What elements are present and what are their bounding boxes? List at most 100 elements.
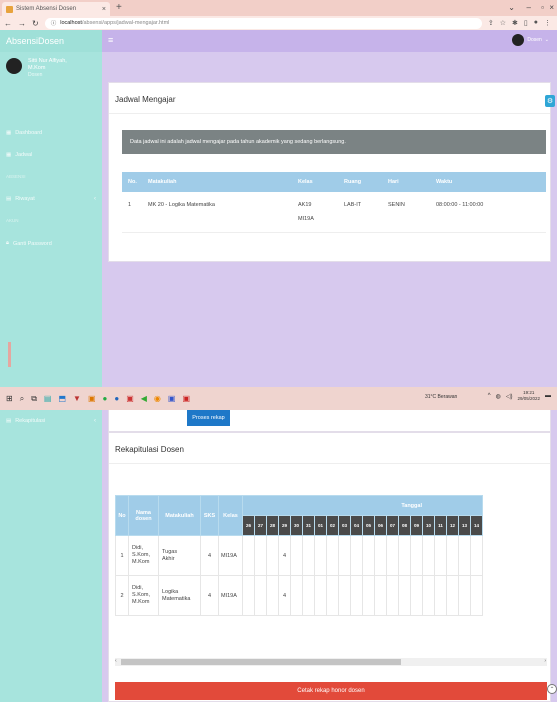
app-icon[interactable]: ◀ [141,394,147,403]
cell-day [350,575,363,616]
app-icon[interactable]: ● [114,394,119,403]
matakuliah-line: Matematika [162,595,191,602]
cell-nama: Didi, S.Kom, M.Kom [128,575,159,616]
day-header: 04 [350,515,363,536]
cell-day [374,575,387,616]
app-icon[interactable]: ▣ [88,394,96,403]
notification-icon[interactable]: ▬ [545,393,551,399]
cell-day [434,575,447,616]
close-window-icon[interactable]: × [549,3,554,12]
browser-tab[interactable]: Sistem Absensi Dosen × [2,2,110,16]
cell-day [446,575,459,616]
info-icon[interactable]: ⓘ [51,19,57,27]
day-header: 02 [326,515,339,536]
day-header: 11 [434,515,447,536]
windows-start-icon[interactable]: ⊞ [6,394,13,403]
user-menu-label: Dosen [527,37,542,43]
weather-widget[interactable]: 31°C Berawan [425,394,457,400]
network-icon[interactable]: ◍ [496,393,501,400]
kelas-value: AK19 [298,202,312,208]
cetak-rekap-button[interactable]: Cetak rekap honor dosen [115,682,547,700]
cell-day [290,535,303,576]
forward-icon[interactable]: → [18,19,26,28]
system-tray: ^ ◍ ◁) 19:21 29/05/2022 ▬ [488,390,551,402]
info-alert: Data jadwal ini adalah jadwal mengajar p… [122,130,546,154]
new-tab-icon[interactable]: + [116,2,122,13]
chevron-left-icon: ‹ [94,196,96,202]
cell-day [410,575,423,616]
cell-day [302,575,315,616]
cell-sks: 4 [200,535,219,576]
cell-day: 4 [278,535,291,576]
chevron-up-icon[interactable]: ^ [488,393,491,399]
reload-icon[interactable]: ↻ [32,19,39,28]
day-header: 29 [278,515,291,536]
scroll-right-icon[interactable]: › [544,658,546,664]
day-header: 05 [362,515,375,536]
extensions-icon[interactable]: ✱ [512,19,518,27]
column-header: Hari [382,172,430,192]
sidebar-item-riwayat[interactable]: ▤ Riwayat ‹ [6,196,96,202]
widgets-icon[interactable]: ▤ [44,394,52,403]
sidebar-item-label: Riwayat [15,196,35,202]
column-header: Waktu [430,172,546,192]
search-icon[interactable]: ⌕ [20,394,24,404]
cell-day [314,575,327,616]
minimize-icon[interactable]: – [527,3,531,12]
sidebar-item-label: Rekapitulasi [15,418,46,424]
app-icon[interactable]: ▣ [126,394,134,403]
sidebar-item-rekapitulasi[interactable]: ▤ Rekapitulasi ‹ [6,418,96,424]
horizontal-scrollbar[interactable]: ‹ › [115,658,547,666]
sidebar: Sitti Nur Alfiyah, M.Kom Dosen ▦ Dashboa… [0,52,102,387]
cell-day [458,535,471,576]
store-icon[interactable]: ⬒ [58,394,66,403]
scroll-to-top-icon[interactable]: ⌃ [547,684,557,694]
maximize-icon[interactable]: ▫ [541,3,544,12]
share-icon[interactable]: ⇪ [488,19,494,27]
cell-day [362,535,375,576]
clock[interactable]: 19:21 29/05/2022 [517,390,540,402]
day-header: 31 [302,515,315,536]
sidebar-header-akun: AKUN [6,218,19,223]
clock-date: 29/05/2022 [517,396,540,401]
hamburger-menu-icon[interactable]: ≡ [108,35,113,45]
proses-rekap-button[interactable]: Proses rekap [187,410,230,426]
close-tab-icon[interactable]: × [102,6,110,13]
column-header: SKS [200,495,219,536]
menu-icon[interactable]: ⋮ [544,19,551,27]
cell-day [338,575,351,616]
cell-day [290,575,303,616]
brand-logo[interactable]: AbsensiDosen [0,30,102,52]
app-icon[interactable]: ▣ [168,394,176,403]
table-row: 1 MK 20 - Logika Matematika AK19 MI19A L… [122,192,546,233]
avatar [6,58,22,74]
day-header: 27 [254,515,267,536]
user-menu[interactable]: Dosen ⌄ [512,34,549,46]
day-header: 06 [374,515,387,536]
sidebar-item-dashboard[interactable]: ▦ Dashboard [6,130,42,136]
sidebar-item-ganti-password[interactable]: 🔒︎ Ganti Password [6,240,52,247]
cell-matakuliah: Tugas Akhir [158,535,201,576]
app-icon[interactable]: ▼ [73,394,81,403]
cell-day [422,535,435,576]
profile-icon[interactable]: ● [534,19,538,27]
sidebar-icon[interactable]: ▯ [524,19,528,27]
rekap-title: Rekapitulasi Dosen [115,445,184,454]
chrome-icon[interactable]: ● [103,394,108,403]
cell-sks: 4 [200,575,219,616]
scroll-left-icon[interactable]: ‹ [115,658,117,664]
back-icon[interactable]: ← [4,19,12,28]
chevron-down-icon[interactable]: ⌄ [508,3,515,12]
app-icon[interactable]: ◉ [154,394,161,403]
os-taskbar: ⊞ ⌕ ⧉ ▤ ⬒ ▼ ▣ ● ● ▣ ◀ ◉ ▣ ▣ 31°C Berawan… [0,387,557,410]
sidebar-item-jadwal[interactable]: ▦ Jadwal [6,152,32,158]
app-icon[interactable]: ▣ [182,394,190,403]
day-header: 14 [470,515,483,536]
gear-icon[interactable]: ⚙ [545,95,555,107]
bookmark-star-icon[interactable]: ☆ [500,19,506,27]
task-view-icon[interactable]: ⧉ [31,394,37,404]
scrollbar-thumb[interactable] [121,659,401,665]
lock-icon: 🔒︎ [6,240,9,246]
volume-icon[interactable]: ◁) [506,393,513,400]
address-bar[interactable]: ⓘ localhost/absensi/apps/jadwal-mengajar… [44,17,482,29]
